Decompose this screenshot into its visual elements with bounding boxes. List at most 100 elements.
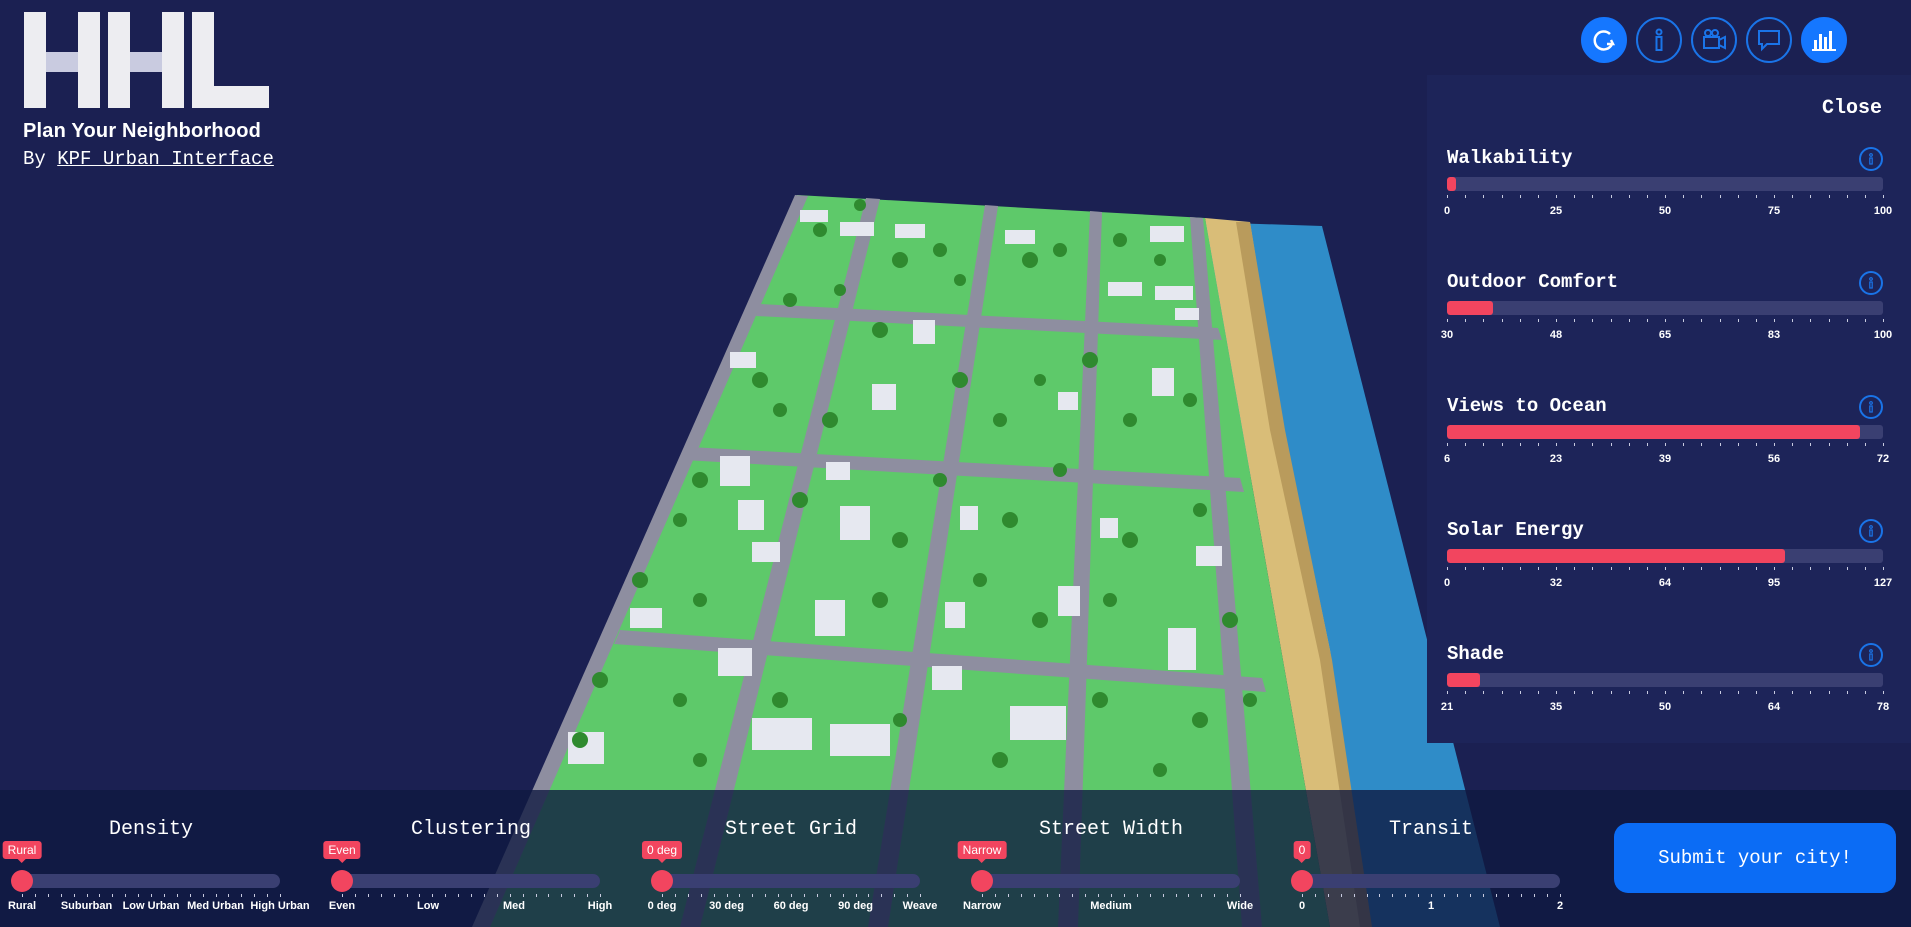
submit-city-button[interactable]: Submit your city! — [1614, 823, 1896, 893]
top-toolbar — [1581, 17, 1847, 63]
control-street-grid: Street Grid 0 deg 0 deg 30 deg 60 deg 90 de… — [640, 790, 937, 927]
control-value-badge: Even — [323, 841, 361, 863]
brand-title: Plan Your Neighborhood — [23, 120, 262, 142]
metric-tick-label: 78 — [1876, 701, 1890, 713]
control-tick-label: Wide — [1226, 900, 1254, 912]
metric-tick-label: 0 — [1443, 577, 1451, 589]
control-slider-track[interactable] — [982, 874, 1240, 888]
metric-outdoor-comfort: Outdoor Comfort 30 48 65 83 100 — [1441, 271, 1892, 341]
control-tick-label: 0 deg — [647, 900, 677, 912]
control-slider-handle[interactable] — [11, 870, 33, 892]
control-slider-track[interactable] — [662, 874, 920, 888]
metric-tick-label: 64 — [1658, 577, 1672, 589]
metric-solar-energy: Solar Energy 0 32 64 95 127 — [1444, 519, 1892, 589]
metric-tick-label: 65 — [1658, 329, 1672, 341]
info-icon — [1655, 28, 1663, 51]
metric-labels: 6 23 39 56 72 — [1443, 453, 1889, 467]
control-tick-label: Low — [417, 900, 439, 912]
control-tick-label: Weave — [902, 900, 938, 912]
metric-tick-label: 25 — [1549, 205, 1563, 217]
metric-tick-label: 0 — [1443, 205, 1451, 217]
metric-tick-label: 6 — [1443, 453, 1451, 465]
metric-ticks — [1447, 567, 1884, 573]
control-slider-track[interactable] — [1302, 874, 1560, 888]
control-title: Transit — [1388, 818, 1473, 841]
metric-tick-label: 50 — [1658, 205, 1672, 217]
control-slider-handle[interactable] — [331, 870, 353, 892]
metric-tick-label: 23 — [1549, 453, 1563, 465]
control-tick-label: High — [587, 900, 613, 912]
control-street-width: Street Width Narrow Narrow Medium Wide — [957, 790, 1253, 927]
comment-button[interactable] — [1746, 17, 1792, 63]
metric-shade: Shade 21 35 50 64 78 — [1441, 643, 1889, 713]
control-tick-label: High Urban — [250, 900, 310, 912]
control-tick-label: Rural — [7, 900, 37, 912]
metric-ticks — [1447, 319, 1884, 325]
control-tick-label: 2 — [1556, 900, 1564, 912]
metric-bar-fill — [1447, 549, 1785, 563]
brand-by-prefix: By — [23, 148, 46, 170]
metric-ticks — [1447, 691, 1884, 697]
control-tick-label: Low Urban — [122, 900, 180, 912]
metric-info-button[interactable] — [1859, 147, 1883, 171]
reset-button[interactable] — [1581, 17, 1627, 63]
metric-info-button[interactable] — [1859, 643, 1883, 667]
control-slider-handle[interactable] — [971, 870, 993, 892]
control-slider-handle[interactable] — [1291, 870, 1313, 892]
metric-tick-label: 39 — [1658, 453, 1672, 465]
metric-labels: 0 32 64 95 127 — [1443, 577, 1892, 591]
info-button[interactable] — [1636, 17, 1682, 63]
metric-info-button[interactable] — [1859, 395, 1883, 419]
control-slider-track[interactable] — [342, 874, 600, 888]
metric-tick-label: 100 — [1873, 329, 1893, 341]
control-tick-label: 1 — [1427, 900, 1435, 912]
reset-icon — [1593, 30, 1616, 51]
control-tick-label: Narrow — [963, 900, 1001, 912]
metric-ticks — [1447, 443, 1884, 449]
control-value-badge: Rural — [2, 841, 42, 863]
metric-tick-label: 72 — [1876, 453, 1890, 465]
metric-bar — [1447, 425, 1883, 439]
metric-tick-label: 83 — [1767, 329, 1781, 341]
control-title: Street Grid — [724, 818, 858, 841]
metric-walkability: Walkability 0 25 50 75 100 — [1444, 147, 1892, 217]
metric-tick-label: 64 — [1767, 701, 1781, 713]
info-icon — [1869, 401, 1873, 413]
metric-bar — [1447, 549, 1883, 563]
control-value-badge: 0 — [1293, 841, 1311, 863]
control-tick-label: Even — [328, 900, 356, 912]
hhl-logo — [24, 12, 269, 108]
metric-title: Outdoor Comfort — [1447, 271, 1619, 293]
camera-button[interactable] — [1691, 17, 1737, 63]
metric-tick-label: 75 — [1767, 205, 1781, 217]
metrics-button[interactable] — [1801, 17, 1847, 63]
metric-tick-label: 48 — [1549, 329, 1563, 341]
kpf-link[interactable]: KPF Urban Interface — [57, 148, 274, 170]
close-button[interactable]: Close — [1822, 97, 1882, 120]
info-icon — [1869, 277, 1873, 289]
metrics-panel: Close Walkability 0 25 50 75 100 Outdoor Com… — [1427, 75, 1911, 743]
control-tick-label: 90 deg — [838, 900, 873, 912]
metric-bar-fill — [1447, 425, 1860, 439]
metric-bar — [1447, 301, 1883, 315]
metric-info-button[interactable] — [1859, 519, 1883, 543]
metric-title: Views to Ocean — [1447, 395, 1607, 417]
metric-labels: 30 48 65 83 100 — [1441, 329, 1892, 343]
metric-labels: 21 35 50 64 78 — [1441, 701, 1889, 715]
metric-info-button[interactable] — [1859, 271, 1883, 295]
metric-bar — [1447, 673, 1883, 687]
metric-labels: 0 25 50 75 100 — [1443, 205, 1892, 219]
metric-tick-label: 127 — [1873, 577, 1893, 589]
camera-icon — [1703, 29, 1726, 50]
metric-title: Solar Energy — [1447, 519, 1584, 541]
metric-tick-label: 56 — [1767, 453, 1781, 465]
metric-bar-fill — [1447, 301, 1493, 315]
metric-tick-label: 21 — [1440, 701, 1454, 713]
control-value-badge: Narrow — [957, 841, 1007, 863]
control-density: Density Rural Rural Suburban Low Urban Med … — [0, 790, 310, 927]
metric-bar-fill — [1447, 673, 1480, 687]
metric-bar — [1447, 177, 1883, 191]
brand-byline: By KPF Urban Interface — [23, 148, 274, 170]
control-slider-handle[interactable] — [651, 870, 673, 892]
control-slider-track[interactable] — [22, 874, 280, 888]
